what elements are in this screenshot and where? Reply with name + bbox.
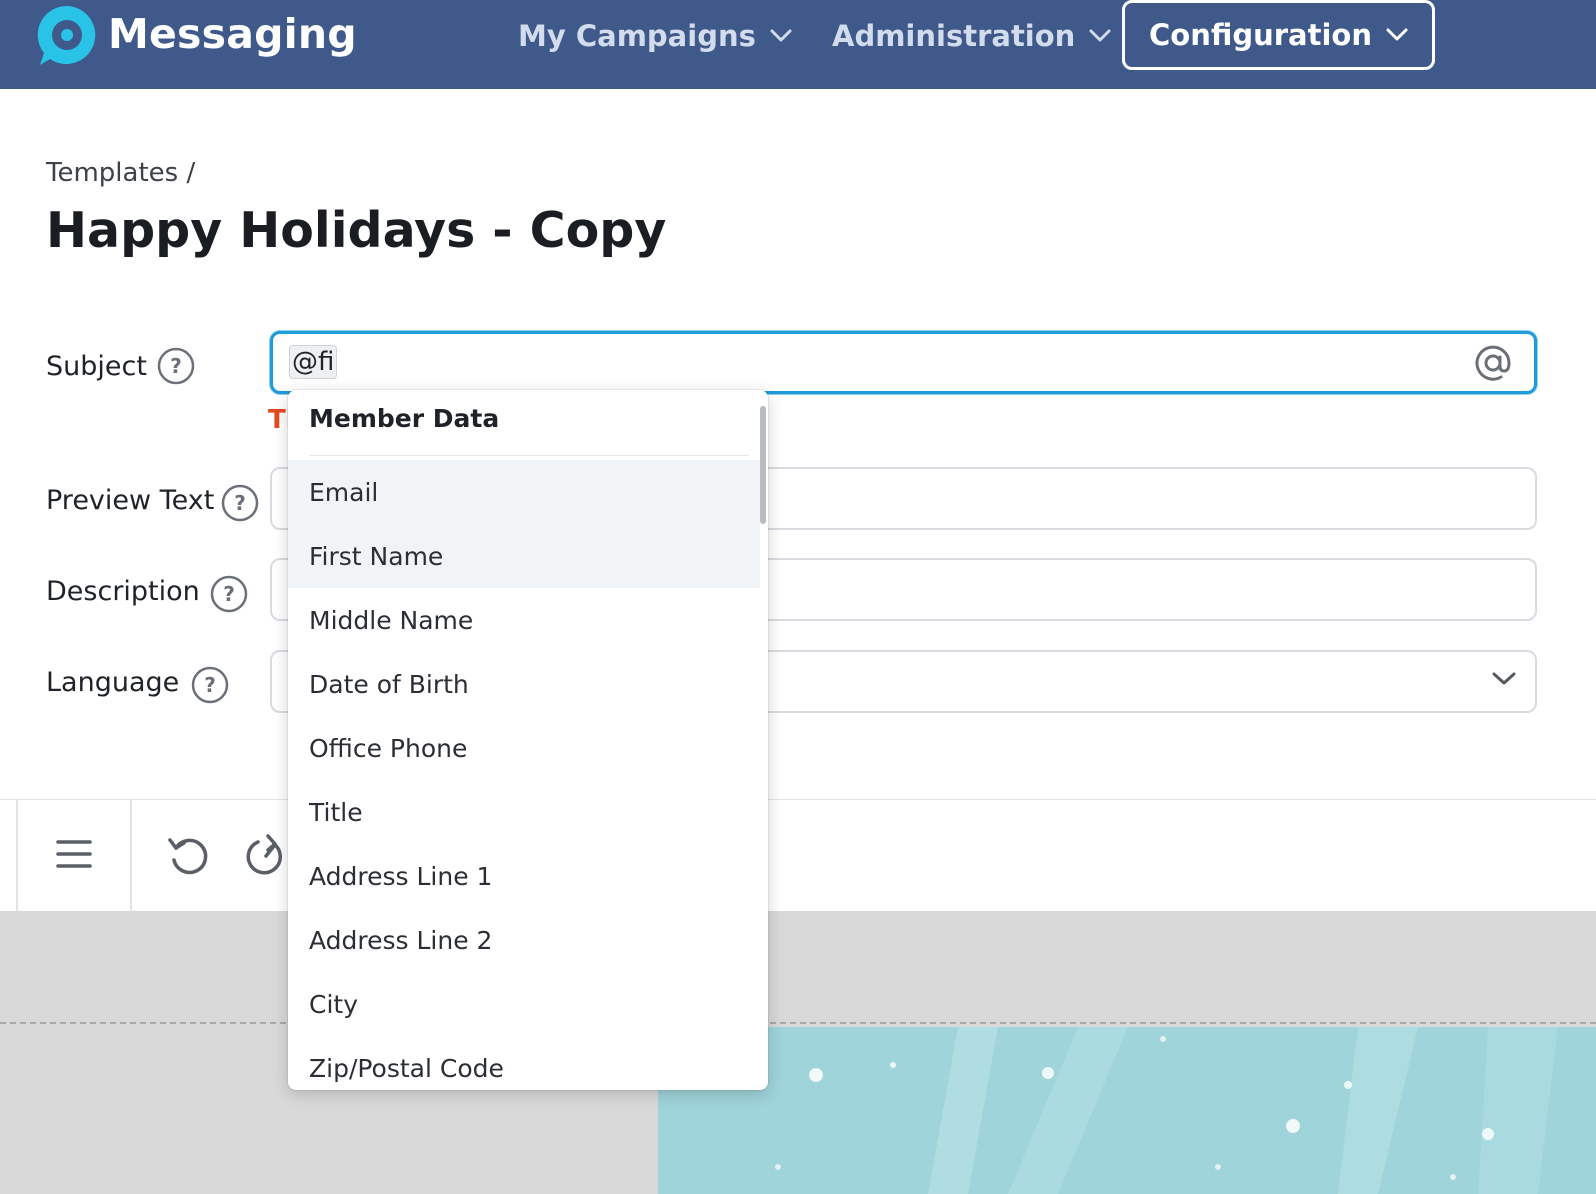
nav-configuration[interactable]: Configuration <box>1122 0 1435 70</box>
nav-configuration-label: Configuration <box>1149 18 1372 52</box>
page-title: Happy Holidays - Copy <box>46 202 667 259</box>
dropdown-divider <box>309 455 749 456</box>
svg-text:?: ? <box>204 673 216 697</box>
editor-toolbar <box>0 799 1596 912</box>
help-icon[interactable]: ? <box>157 347 195 385</box>
preview-text-label: Preview Text <box>46 485 215 516</box>
hero-image[interactable] <box>658 1027 1596 1194</box>
nav-my-campaigns-label: My Campaigns <box>518 19 756 53</box>
dropdown-item-date-of-birth[interactable]: Date of Birth <box>288 652 760 716</box>
dropdown-item-address-line-1[interactable]: Address Line 1 <box>288 844 760 908</box>
dropdown-scrollbar-thumb[interactable] <box>760 406 766 524</box>
help-icon[interactable]: ? <box>191 666 229 704</box>
dropdown-scrollbar[interactable] <box>756 390 768 1090</box>
help-icon[interactable]: ? <box>221 484 259 522</box>
dropdown-item-address-line-2[interactable]: Address Line 2 <box>288 908 760 972</box>
dropdown-item-first-name[interactable]: First Name <box>288 524 760 588</box>
svg-text:?: ? <box>234 491 246 515</box>
chevron-down-icon <box>1492 672 1516 685</box>
chevron-down-icon <box>770 29 792 43</box>
nav-my-campaigns[interactable]: My Campaigns <box>518 14 792 58</box>
language-label: Language <box>46 667 180 698</box>
dropdown-item-title[interactable]: Title <box>288 780 760 844</box>
dropdown-item-city[interactable]: City <box>288 972 760 1036</box>
nav-administration-label: Administration <box>832 19 1076 53</box>
subject-error-text: Tl <box>268 405 288 435</box>
help-icon[interactable]: ? <box>210 575 248 613</box>
chevron-down-icon <box>1089 29 1111 43</box>
redo-icon[interactable] <box>244 834 288 878</box>
subject-label: Subject <box>46 351 147 382</box>
app-title[interactable]: Messaging <box>108 10 357 58</box>
snow-decoration-image <box>775 1027 1558 1194</box>
canvas-divider <box>0 1022 1596 1024</box>
toolbar-menu-section <box>16 800 132 912</box>
nav-administration[interactable]: Administration <box>832 14 1111 58</box>
member-data-dropdown[interactable]: Member Data Email First Name Middle Name… <box>288 390 768 1090</box>
subject-input[interactable]: @fi <box>270 331 1537 394</box>
undo-icon[interactable] <box>166 834 210 878</box>
dropdown-item-email[interactable]: Email <box>288 460 760 524</box>
breadcrumb[interactable]: Templates / <box>46 158 195 188</box>
top-nav-bar: Messaging My Campaigns Administration Co… <box>0 0 1596 89</box>
subject-input-value: @fi <box>289 345 338 379</box>
dropdown-item-office-phone[interactable]: Office Phone <box>288 716 760 780</box>
chevron-down-icon <box>1386 28 1408 42</box>
dropdown-group-header: Member Data <box>309 404 500 433</box>
description-label: Description <box>46 576 200 607</box>
dropdown-item-zip-postal-code[interactable]: Zip/Postal Code <box>288 1036 760 1090</box>
svg-text:?: ? <box>223 582 235 606</box>
messaging-logo-icon[interactable] <box>36 4 98 66</box>
dropdown-item-middle-name[interactable]: Middle Name <box>288 588 760 652</box>
svg-text:?: ? <box>170 354 182 378</box>
at-sign-icon[interactable] <box>1474 344 1512 382</box>
hamburger-menu-icon[interactable] <box>56 838 92 870</box>
